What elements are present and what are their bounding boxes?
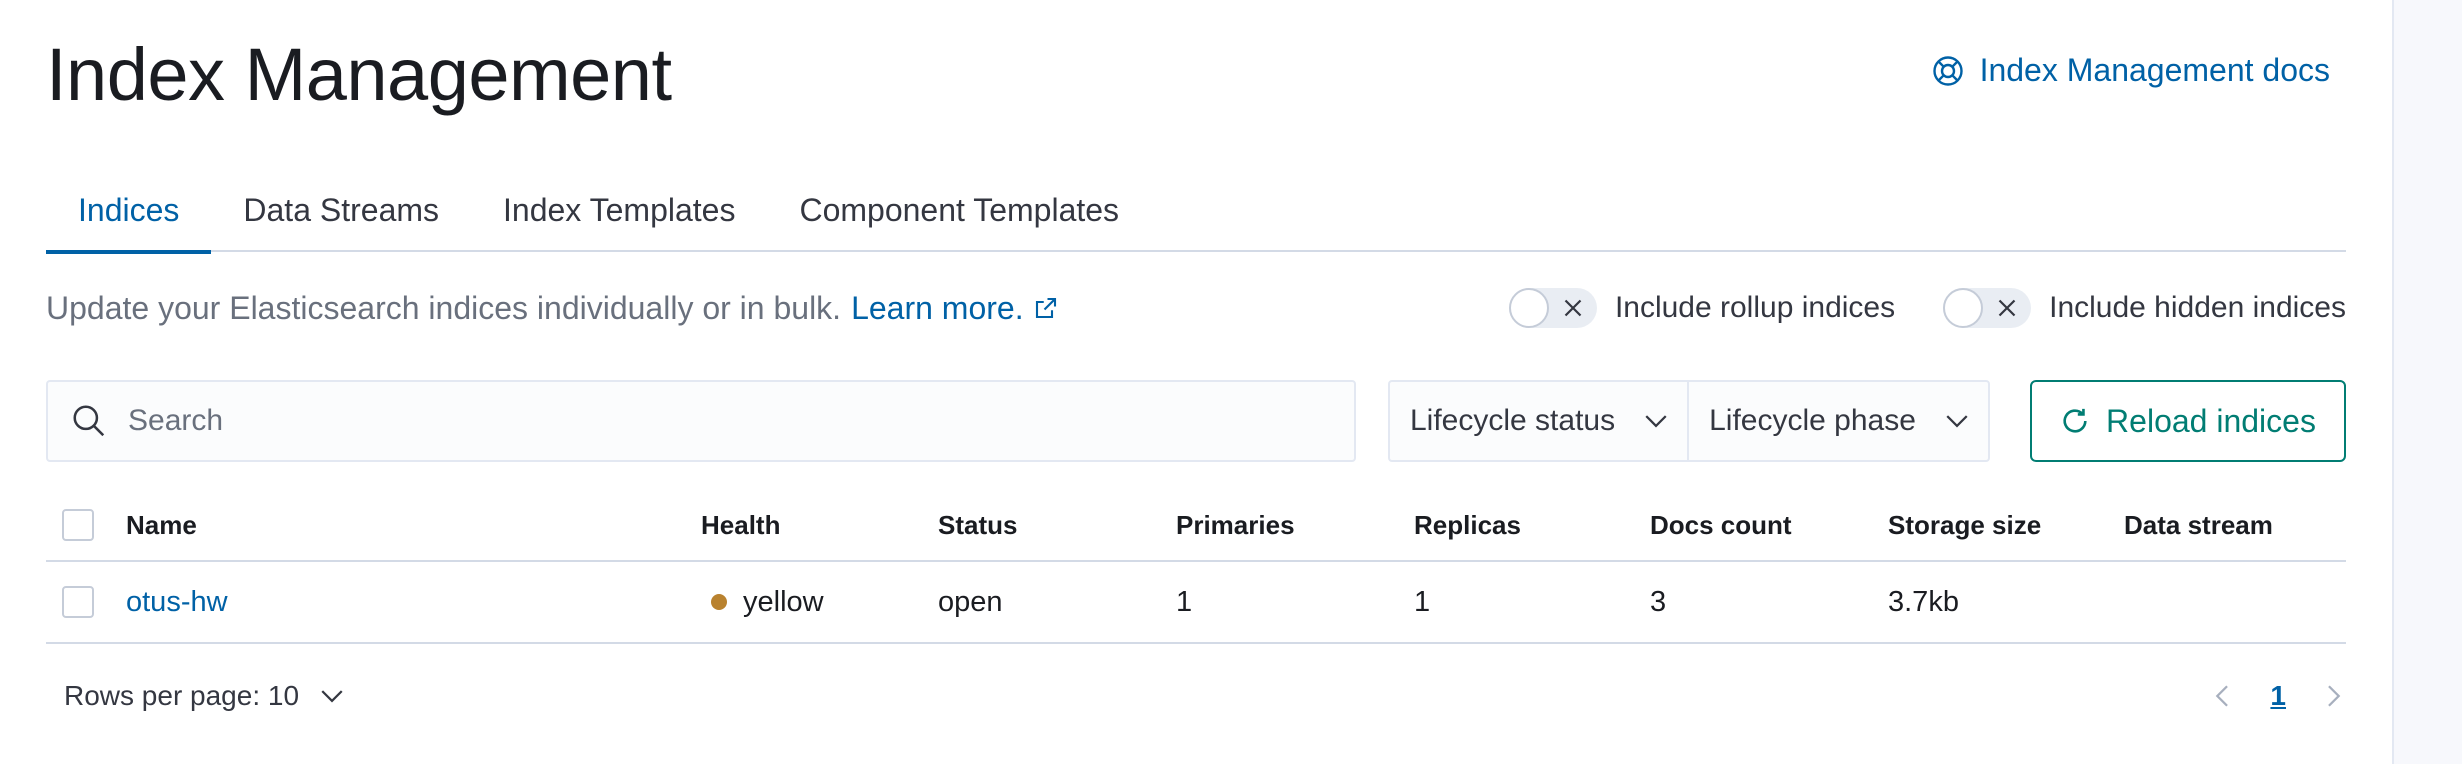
external-link-icon (1035, 297, 1056, 319)
docs-link-label: Index Management docs (1979, 52, 2330, 88)
tab-indices[interactable]: Indices (46, 168, 212, 254)
indices-table: Name Health Status Primaries Replicas Do… (46, 490, 2346, 644)
help-lifebuoy-icon (1932, 55, 1963, 86)
refresh-icon (2063, 408, 2087, 433)
column-header-status[interactable]: Status (938, 510, 1017, 541)
lifecycle-status-filter[interactable]: Lifecycle status (1390, 382, 1687, 460)
column-header-name[interactable]: Name (126, 510, 197, 541)
health-cell: yellow (701, 586, 824, 619)
chevron-down-icon (1946, 415, 1968, 428)
primaries-value: 1 (1176, 585, 1193, 618)
column-header-docs-count[interactable]: Docs count (1650, 510, 1792, 541)
replicas-value: 1 (1414, 585, 1431, 618)
column-header-health[interactable]: Health (701, 510, 780, 541)
tab-index-templates[interactable]: Index Templates (471, 168, 767, 252)
description-text: Update your Elasticsearch indices indivi… (46, 289, 842, 326)
lifecycle-status-label: Lifecycle status (1410, 404, 1616, 437)
health-value: yellow (743, 585, 824, 618)
switch-knob (1943, 288, 1984, 328)
table-header: Name Health Status Primaries Replicas Do… (46, 490, 2346, 562)
cross-icon (1564, 299, 1582, 317)
chevron-left-icon[interactable] (2210, 683, 2236, 709)
chevron-down-icon (321, 690, 343, 703)
page-title: Index Management (46, 33, 672, 116)
include-hidden-label: Include hidden indices (2049, 291, 2346, 324)
rollup-toggle-wrap: Include rollup indices (1508, 288, 1896, 328)
pagination: 1 (2210, 680, 2346, 712)
tab-component-templates[interactable]: Component Templates (767, 168, 1151, 252)
index-management-page: Index Management Index Management docs I… (0, 0, 2462, 764)
include-rollup-label: Include rollup indices (1614, 291, 1896, 324)
lifecycle-phase-filter[interactable]: Lifecycle phase (1687, 382, 1988, 460)
description: Update your Elasticsearch indices indivi… (46, 290, 1058, 327)
learn-more-label: Learn more. (851, 289, 1024, 326)
docs-count-value: 3 (1650, 585, 1667, 618)
row-checkbox[interactable] (62, 586, 94, 618)
status-value: open (938, 585, 1003, 618)
column-header-primaries[interactable]: Primaries (1176, 510, 1295, 541)
tab-data-streams[interactable]: Data Streams (211, 168, 471, 252)
hidden-toggle-wrap: Include hidden indices (1943, 288, 2346, 328)
table-footer: Rows per page: 10 1 (46, 680, 2346, 724)
select-all-checkbox[interactable] (62, 509, 94, 541)
rows-per-page-label: Rows per page: 10 (64, 680, 300, 711)
main-content: Index Management Index Management docs I… (46, 0, 2346, 764)
cross-icon (1998, 299, 2016, 317)
search-row: Lifecycle status Lifecycle phase Reload … (46, 380, 2346, 462)
right-gutter (2392, 0, 2462, 764)
filter-group: Lifecycle status Lifecycle phase (1388, 380, 1990, 462)
reload-indices-button[interactable]: Reload indices (2030, 380, 2346, 462)
index-name-link[interactable]: otus-hw (126, 586, 228, 619)
column-header-data-stream[interactable]: Data stream (2124, 510, 2273, 541)
include-rollup-switch[interactable] (1508, 288, 1597, 328)
health-status-dot (711, 594, 727, 610)
docs-link[interactable]: Index Management docs (1930, 52, 2330, 89)
lifecycle-phase-label: Lifecycle phase (1709, 404, 1916, 437)
search-box (46, 380, 1356, 462)
search-input[interactable] (128, 404, 1228, 438)
switch-knob (1508, 288, 1549, 328)
page-number-current[interactable]: 1 (2260, 680, 2296, 712)
reload-indices-label: Reload indices (2106, 402, 2316, 439)
chevron-down-icon (1645, 415, 1667, 428)
include-hidden-switch[interactable] (1943, 288, 2032, 328)
chevron-right-icon[interactable] (2320, 683, 2346, 709)
rows-per-page-button[interactable]: Rows per page: 10 (64, 680, 345, 712)
column-header-storage-size[interactable]: Storage size (1888, 510, 2041, 541)
toggle-group: Include rollup indices Include hidden in… (1508, 288, 2346, 328)
description-row: Update your Elasticsearch indices indivi… (46, 282, 2346, 334)
learn-more-link[interactable]: Learn more. (851, 290, 1058, 327)
column-header-replicas[interactable]: Replicas (1414, 510, 1521, 541)
table-row: otus-hw yellow open 1 1 3 3.7kb (46, 562, 2346, 644)
storage-size-value: 3.7kb (1888, 585, 1959, 618)
tab-bar: Indices Data Streams Index Templates Com… (46, 168, 2346, 254)
search-icon (73, 405, 105, 437)
